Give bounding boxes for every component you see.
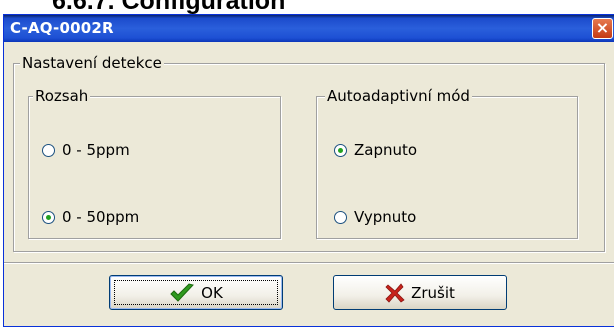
x-icon bbox=[385, 282, 405, 303]
autoadaptive-mode-group: Autoadaptivní mód Zapnuto Vypnuto bbox=[316, 87, 578, 239]
ok-button[interactable]: OK bbox=[109, 275, 283, 310]
cancel-button[interactable]: Zrušit bbox=[333, 275, 507, 310]
radio-autoadaptive-on[interactable] bbox=[334, 143, 347, 157]
radio-range-50ppm[interactable] bbox=[42, 210, 55, 224]
close-icon: × bbox=[595, 18, 610, 37]
detection-settings-label: Nastavení detekce bbox=[20, 54, 164, 72]
close-button[interactable]: × bbox=[592, 18, 613, 39]
cancel-button-label: Zrušit bbox=[411, 283, 455, 302]
autoadaptive-mode-label: Autoadaptivní mód bbox=[325, 87, 472, 105]
dialog-separator bbox=[4, 262, 614, 264]
autoadaptive-option-off[interactable]: Vypnuto bbox=[334, 207, 416, 227]
range-group: Rozsah 0 - 5ppm 0 - 50ppm bbox=[28, 87, 281, 239]
autoadaptive-option-off-label: Vypnuto bbox=[354, 208, 417, 226]
radio-autoadaptive-off[interactable] bbox=[334, 210, 347, 224]
document-heading: 6.6.7. Configuration bbox=[52, 0, 286, 15]
autoadaptive-option-on-label: Zapnuto bbox=[354, 141, 418, 159]
range-option-50ppm-label: 0 - 50ppm bbox=[62, 208, 140, 226]
range-group-label: Rozsah bbox=[33, 87, 91, 105]
radio-range-5ppm[interactable] bbox=[42, 143, 55, 157]
range-option-5ppm[interactable]: 0 - 5ppm bbox=[42, 140, 130, 160]
dialog-window: C-AQ-0002R × Nastavení detekce Rozsah 0 … bbox=[3, 14, 614, 327]
ok-button-focus-rect bbox=[114, 280, 278, 305]
window-title: C-AQ-0002R bbox=[10, 19, 114, 37]
detection-settings-group: Nastavení detekce Rozsah 0 - 5ppm 0 - 50… bbox=[13, 54, 605, 252]
title-bar[interactable]: C-AQ-0002R × bbox=[4, 15, 614, 42]
autoadaptive-option-on[interactable]: Zapnuto bbox=[334, 140, 417, 160]
range-option-50ppm[interactable]: 0 - 50ppm bbox=[42, 207, 139, 227]
range-option-5ppm-label: 0 - 5ppm bbox=[62, 141, 130, 159]
